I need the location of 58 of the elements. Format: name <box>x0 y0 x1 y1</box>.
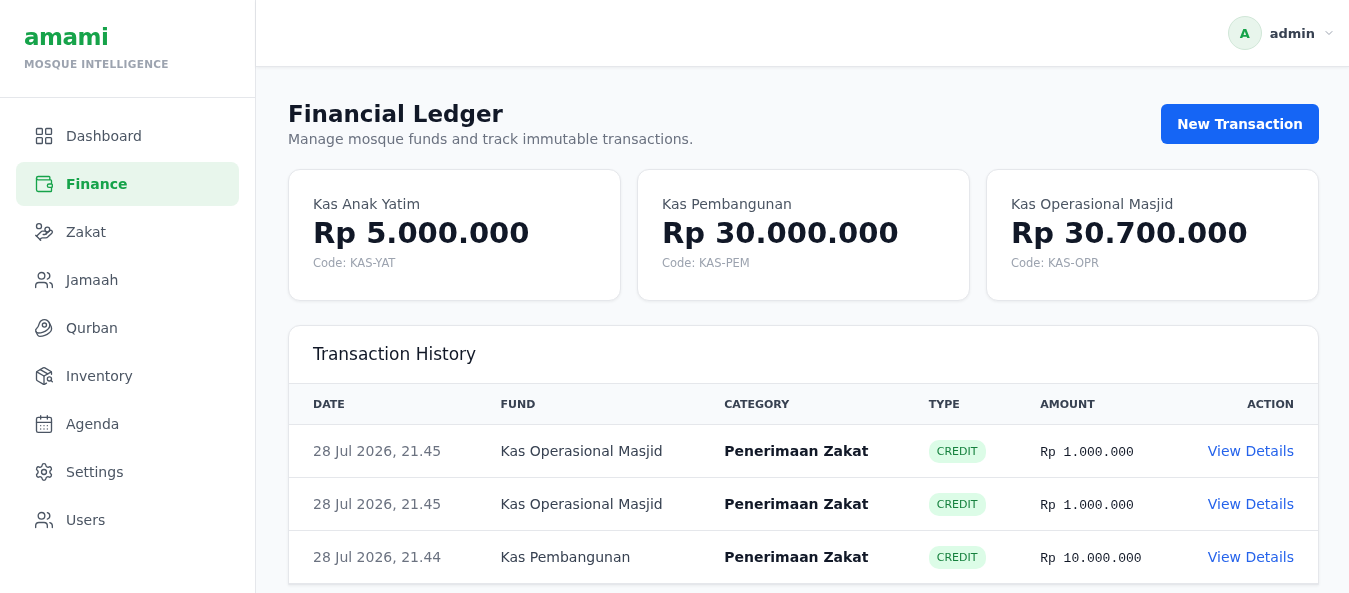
calendar-icon <box>34 414 54 434</box>
wallet-icon <box>34 174 54 194</box>
fund-balance: Rp 5.000.000 <box>313 216 531 250</box>
table-cell: Rp 1.000.000 <box>1040 444 1134 460</box>
grid-icon <box>34 126 54 146</box>
view-details-link[interactable]: View Details <box>1207 443 1294 459</box>
fund-name: Kas Anak Yatim <box>313 196 422 212</box>
sidebar-item[interactable]: Qurban <box>16 306 239 350</box>
fund-name: Kas Operasional Masjid <box>1011 196 1175 212</box>
fund-code: Code: KAS-OPR <box>1011 256 1100 270</box>
package-search-icon <box>34 366 54 386</box>
column-header: TYPE <box>904 383 1017 425</box>
view-details-link[interactable]: View Details <box>1207 496 1294 512</box>
settings-icon <box>34 462 54 482</box>
meat-icon <box>34 318 54 338</box>
table-cell: Penerimaan Zakat <box>724 496 869 512</box>
table-cell: 28 Jul 2026, 21.45 <box>313 443 442 459</box>
table-cell: Kas Pembangunan <box>500 549 631 565</box>
people-icon <box>34 510 54 530</box>
sidebar-item[interactable]: Users <box>16 498 239 542</box>
table-cell: Penerimaan Zakat <box>724 443 869 459</box>
sidebar-item[interactable]: Agenda <box>16 402 239 446</box>
hand-coins-icon <box>34 222 54 242</box>
sidebar-item[interactable]: Dashboard <box>16 114 239 158</box>
type-badge: CREDIT <box>928 545 986 569</box>
fund-code: Code: KAS-PEM <box>662 256 751 270</box>
table-cell: Kas Operasional Masjid <box>500 496 663 512</box>
sidebar-item[interactable]: Zakat <box>16 210 239 254</box>
page-title: Financial Ledger <box>288 101 504 127</box>
sidebar-item[interactable]: Settings <box>16 450 239 494</box>
fund-balance: Rp 30.700.000 <box>1011 216 1249 250</box>
table-cell: Penerimaan Zakat <box>724 549 869 565</box>
user-name[interactable]: admin <box>1269 25 1315 41</box>
view-details-link[interactable]: View Details <box>1207 549 1294 565</box>
panel-title: Transaction History <box>312 343 478 366</box>
column-header: AMOUNT <box>1016 383 1176 425</box>
user-avatar: A <box>1227 16 1262 50</box>
table-cell: Rp 10.000.000 <box>1040 550 1142 566</box>
table-cell: Rp 1.000.000 <box>1040 497 1134 513</box>
people-icon <box>34 270 54 290</box>
brand-tagline: MOSQUE INTELLIGENCE <box>24 58 170 70</box>
brand-logo: amami <box>24 24 110 50</box>
column-header: DATE <box>289 383 477 425</box>
table-cell: 28 Jul 2026, 21.44 <box>313 549 442 565</box>
column-header: ACTION <box>1175 383 1318 425</box>
column-header: CATEGORY <box>700 383 905 425</box>
type-badge: CREDIT <box>928 439 986 463</box>
column-header: FUND <box>476 383 701 425</box>
new-transaction-button[interactable]: New Transaction <box>1161 104 1319 144</box>
fund-name: Kas Pembangunan <box>662 196 793 212</box>
table-cell: Kas Operasional Masjid <box>500 443 663 459</box>
page-subtitle: Manage mosque funds and track immutable transactions. <box>288 131 694 147</box>
type-badge: CREDIT <box>928 492 986 516</box>
sidebar-item[interactable]: Inventory <box>16 354 239 398</box>
table-cell: 28 Jul 2026, 21.45 <box>313 496 442 512</box>
fund-balance: Rp 30.000.000 <box>662 216 900 250</box>
fund-code: Code: KAS-YAT <box>313 256 397 270</box>
sidebar-item[interactable]: Jamaah <box>16 258 239 302</box>
